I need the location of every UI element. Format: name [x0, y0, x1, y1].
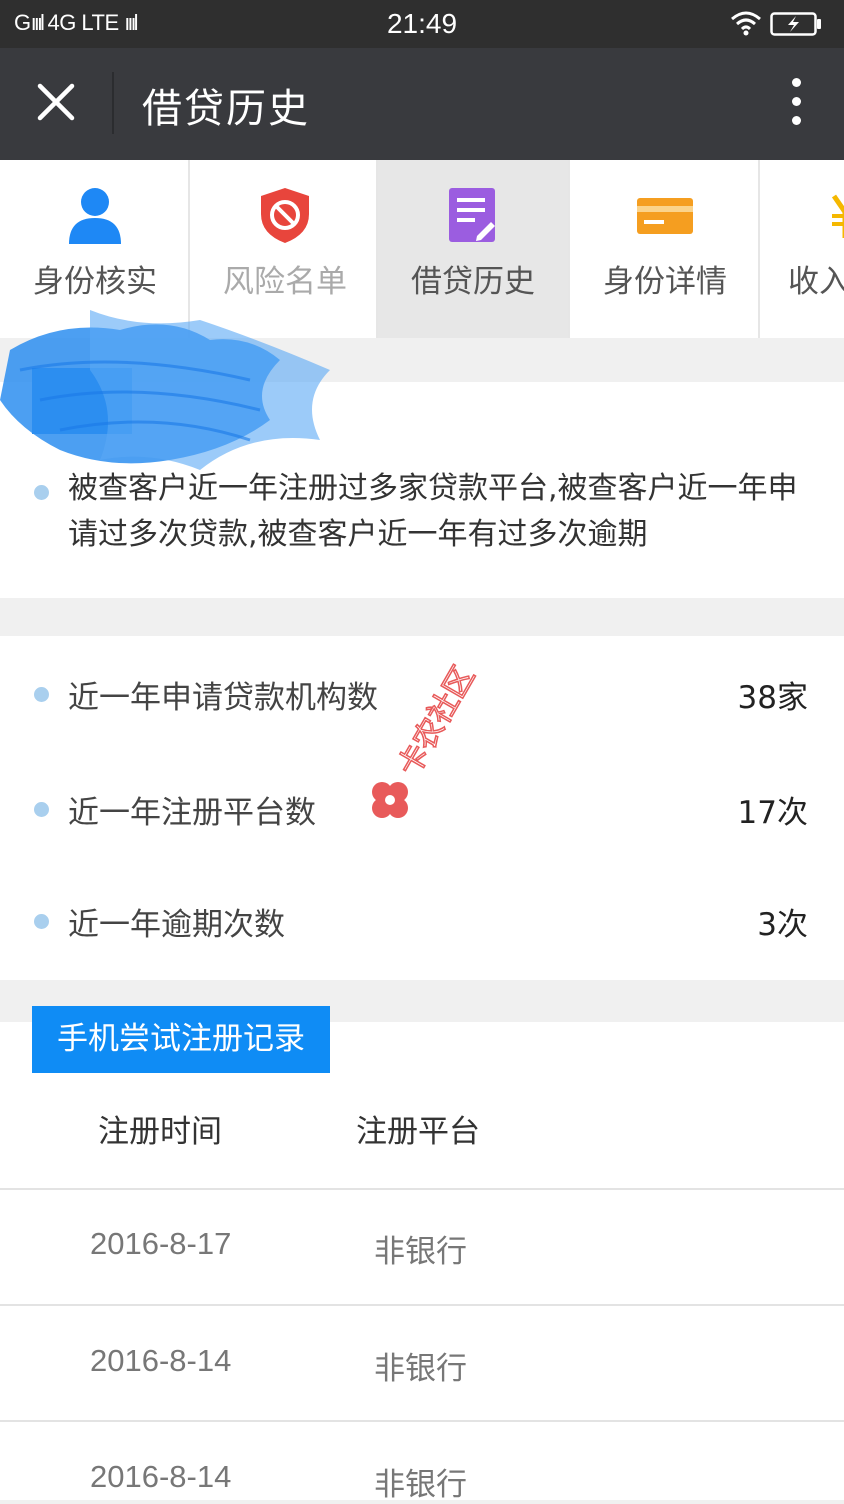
row-divider [0, 1420, 844, 1422]
row-platform: 非银行 [374, 1343, 467, 1388]
watermark-logo: 卡农社区 [360, 660, 490, 840]
page-title: 借贷历史 [142, 76, 310, 134]
tab-income[interactable]: 收入 [760, 160, 844, 338]
tab-label: 收入 [788, 256, 844, 301]
shield-block-icon [259, 186, 311, 244]
row-platform: 非银行 [374, 1226, 467, 1271]
redaction-scribble [0, 310, 340, 480]
tab-label: 风险名单 [190, 256, 380, 301]
column-header-platform: 注册平台 [356, 1106, 480, 1151]
svg-text:卡农社区: 卡农社区 [392, 661, 482, 782]
battery-icon [770, 12, 822, 36]
registration-records-title: 手机尝试注册记录 [32, 1006, 330, 1073]
stat-label-overdue-count: 近一年逾期次数 [68, 899, 285, 944]
bullet-dot [34, 802, 49, 817]
row-date: 2016-8-14 [90, 1459, 231, 1495]
person-icon [67, 186, 123, 244]
section-gap [0, 598, 844, 636]
bullet-dot [34, 687, 49, 702]
card-icon [636, 186, 694, 244]
column-header-time: 注册时间 [98, 1106, 222, 1151]
status-bar: Gıııl 4G LTE ıııl 21:49 [0, 0, 844, 48]
yen-icon [830, 186, 844, 244]
tab-label: 身份核实 [0, 256, 190, 301]
row-divider [0, 1304, 844, 1306]
row-date: 2016-8-14 [90, 1343, 231, 1379]
clock: 21:49 [0, 8, 844, 40]
document-edit-icon [447, 186, 499, 244]
stat-label-registered-platforms: 近一年注册平台数 [68, 787, 316, 832]
bullet-dot [34, 914, 49, 929]
row-divider [0, 1188, 844, 1190]
row-platform: 非银行 [374, 1459, 467, 1504]
stat-value-loan-institutions: 38家 [738, 672, 808, 717]
tab-identity-details[interactable]: 身份详情 [570, 160, 760, 338]
tab-label: 借贷历史 [378, 256, 568, 301]
close-icon[interactable] [30, 76, 82, 128]
stat-value-overdue-count: 3次 [757, 899, 808, 944]
registration-records-section: 手机尝试注册记录 注册时间 注册平台 2016-8-17 非银行 2016-8-… [0, 1022, 844, 1500]
more-options-icon[interactable] [786, 78, 806, 130]
navbar-divider [112, 72, 114, 134]
row-date: 2016-8-17 [90, 1226, 231, 1262]
wifi-icon [730, 10, 762, 36]
bullet-dot [34, 485, 49, 500]
tab-loan-history[interactable]: 借贷历史 [378, 160, 568, 338]
tab-label: 身份详情 [570, 256, 760, 301]
top-navbar: 借贷历史 [0, 48, 844, 160]
stat-label-loan-institutions: 近一年申请贷款机构数 [68, 672, 378, 717]
stat-value-registered-platforms: 17次 [738, 787, 808, 832]
